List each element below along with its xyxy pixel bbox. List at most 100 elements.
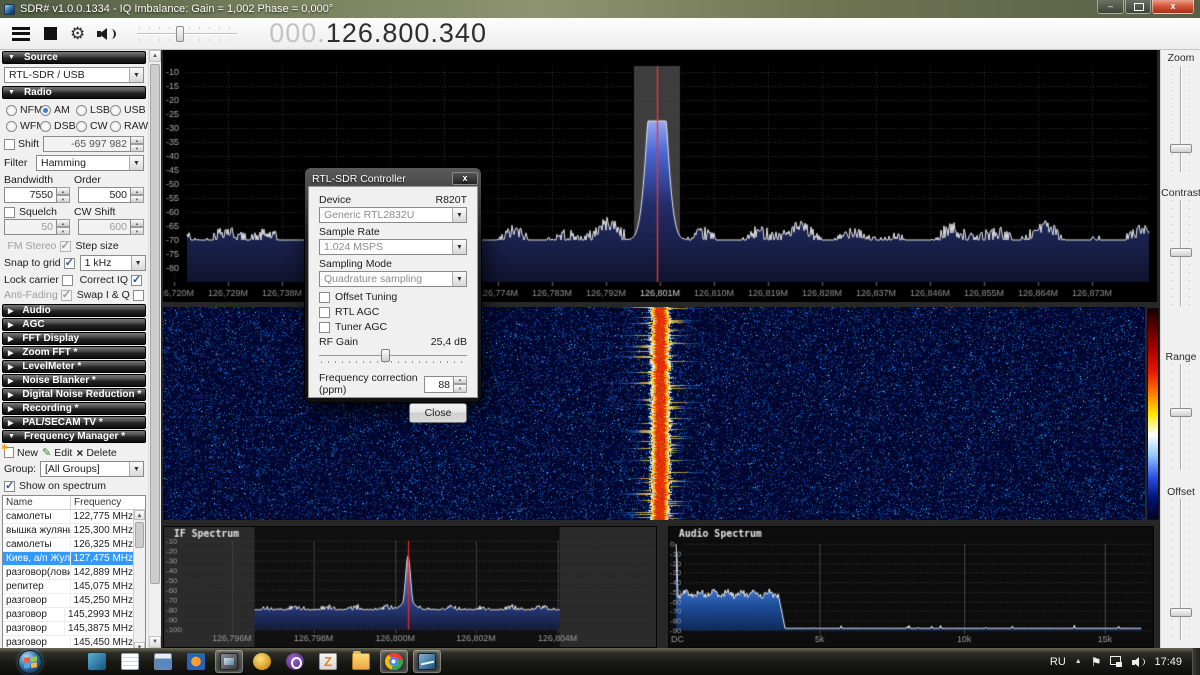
mode-am[interactable]: AM [40,104,76,116]
squelch-input[interactable]: 50 ▲▼ [4,219,70,235]
frequency-row[interactable]: разговор145,3875 MHz [3,622,133,636]
correct-iq-checkbox[interactable] [131,275,142,286]
clock[interactable]: 17:49 [1154,656,1182,668]
frequency-display[interactable]: 000.126.800.340 [269,18,487,49]
tuner-agc-checkbox[interactable] [319,322,330,333]
messenger-icon[interactable] [249,651,275,672]
sampling-mode-select[interactable]: Quadrature sampling▼ [319,271,467,287]
mode-cw[interactable]: CW [76,120,110,132]
scrollbar-thumb[interactable] [150,64,160,584]
frequency-row[interactable]: разговор145,250 MHz [3,594,133,608]
spin-up-icon[interactable]: ▲ [454,376,467,385]
sample-rate-select[interactable]: 1.024 MSPS▼ [319,239,467,255]
slider-track[interactable] [1180,499,1182,640]
panel-header-noise-blanker[interactable]: ▶Noise Blanker * [2,374,146,387]
notepad-icon[interactable] [117,651,143,672]
range-slider-thumb[interactable] [1170,408,1192,417]
viber-icon[interactable] [282,651,308,672]
shift-value-input[interactable]: -65 997 982 ▲▼ [43,136,144,152]
sdrsharp-icon[interactable] [414,651,440,672]
zoom-slider[interactable]: Zoom [1161,52,1200,186]
slider-track[interactable] [1180,364,1182,470]
spin-down-icon[interactable]: ▼ [57,195,70,203]
spin-down-icon[interactable]: ▼ [454,384,467,393]
order-input[interactable]: 500 ▲▼ [78,187,144,203]
rtl-agc-checkbox[interactable] [319,307,330,318]
app-window-blue-icon[interactable] [84,651,110,672]
cw-shift-input[interactable]: 600 ▲▼ [78,219,144,235]
column-name[interactable]: Name [3,496,71,509]
frequency-row[interactable]: вышка жуляны125,300 MHz [3,524,133,538]
volume-slider[interactable] [137,24,237,44]
slider-track[interactable] [1180,66,1182,172]
action-center-flag-icon[interactable]: ⚑ [1091,655,1102,669]
panel-header-pal-secam-tv[interactable]: ▶PAL/SECAM TV * [2,416,146,429]
stop-button[interactable] [44,27,57,40]
panel-header-levelmeter[interactable]: ▶LevelMeter * [2,360,146,373]
contrast-slider-thumb[interactable] [1170,248,1192,257]
frequency-row[interactable]: самолеты122,775 MHz [3,510,133,524]
rf-gain-slider[interactable] [319,349,467,363]
zoom-slider-thumb[interactable] [1170,144,1192,153]
network-icon[interactable] [1110,656,1123,667]
audio-spectrum-panel[interactable] [668,526,1154,648]
panel-header-recording[interactable]: ▶Recording * [2,402,146,415]
audio-mute-icon[interactable] [97,27,119,41]
if-spectrum-panel[interactable] [163,526,657,648]
spin-up-icon[interactable]: ▲ [57,187,70,195]
panel-header-frequency-manager[interactable]: ▼ Frequency Manager * [2,430,146,443]
scroll-down-icon[interactable]: ▼ [149,636,161,648]
panel-header-source[interactable]: ▼ Source [2,51,146,64]
scroll-up-icon[interactable]: ▲ [134,510,145,520]
shift-checkbox[interactable] [4,139,15,150]
sidebar-scrollbar[interactable]: ▲ ▼ [148,50,161,648]
frequency-row[interactable]: разговор(ловит ...142,889 MHz [3,566,133,580]
volume-slider-thumb[interactable] [176,26,184,42]
delete-frequency-button[interactable]: ×Delete [76,447,116,459]
contrast-slider[interactable]: Contrast [1161,187,1200,320]
scrollbar-thumb[interactable] [135,522,144,548]
step-size-select[interactable]: 1 kHz▼ [80,255,146,271]
device-select[interactable]: Generic RTL2832U▼ [319,207,467,223]
lock-carrier-checkbox[interactable] [62,275,73,286]
snap-to-grid-checkbox[interactable] [64,258,75,269]
show-hidden-icons-icon[interactable]: ▲ [1075,658,1082,665]
offset-slider[interactable]: Offset [1161,486,1200,654]
language-indicator[interactable]: RU [1050,656,1066,668]
spin-down-icon[interactable]: ▼ [131,195,144,203]
frequency-correction-input[interactable]: 88 ▲▼ [424,376,467,393]
media-player-icon[interactable] [183,651,209,672]
show-on-spectrum-checkbox[interactable] [4,481,15,492]
frequency-row[interactable]: репитер145,075 MHz [3,580,133,594]
dialog-close-icon[interactable]: x [452,172,478,185]
mode-raw[interactable]: RAW [110,120,146,132]
spin-up-icon[interactable]: ▲ [57,219,70,227]
show-desktop-button[interactable] [1192,648,1200,675]
app-window-icon[interactable] [150,651,176,672]
mode-dsb[interactable]: DSB [40,120,76,132]
group-select[interactable]: [All Groups]▼ [40,461,144,477]
scroll-up-icon[interactable]: ▲ [149,50,161,62]
chrome-icon[interactable] [381,651,407,672]
minimize-button[interactable]: – [1097,0,1124,14]
table-scrollbar[interactable]: ▲ ▼ [133,510,145,648]
frequency-row[interactable]: Киев, а/п Жуляны127,475 MHz [3,552,133,566]
panel-header-agc[interactable]: ▶AGC [2,318,146,331]
squelch-checkbox[interactable] [4,207,15,218]
configure-gear-icon[interactable]: ⚙ [70,25,85,42]
start-button[interactable] [18,650,42,674]
title-bar[interactable]: SDR# v1.0.0.1334 - IQ Imbalance: Gain = … [0,0,1200,18]
z-archiver-icon[interactable]: Z [315,651,341,672]
range-slider[interactable]: Range [1161,351,1200,484]
frequency-row[interactable]: разговор145,450 MHz [3,636,133,648]
mode-lsb[interactable]: LSB [76,104,110,116]
offset-slider-thumb[interactable] [1170,608,1192,617]
source-device-select[interactable]: RTL-SDR / USB▼ [4,67,144,83]
filter-select[interactable]: Hamming▼ [36,155,144,171]
tray-volume-icon[interactable] [1132,656,1145,668]
table-header[interactable]: Name Frequency [3,496,145,510]
rtl-sdr-controller-dialog[interactable]: RTL-SDR Controller x Device R820T Generi… [305,168,481,402]
panel-header-audio[interactable]: ▶Audio [2,304,146,317]
mode-wfm[interactable]: WFM [6,120,40,132]
spin-down-icon[interactable]: ▼ [131,144,144,152]
